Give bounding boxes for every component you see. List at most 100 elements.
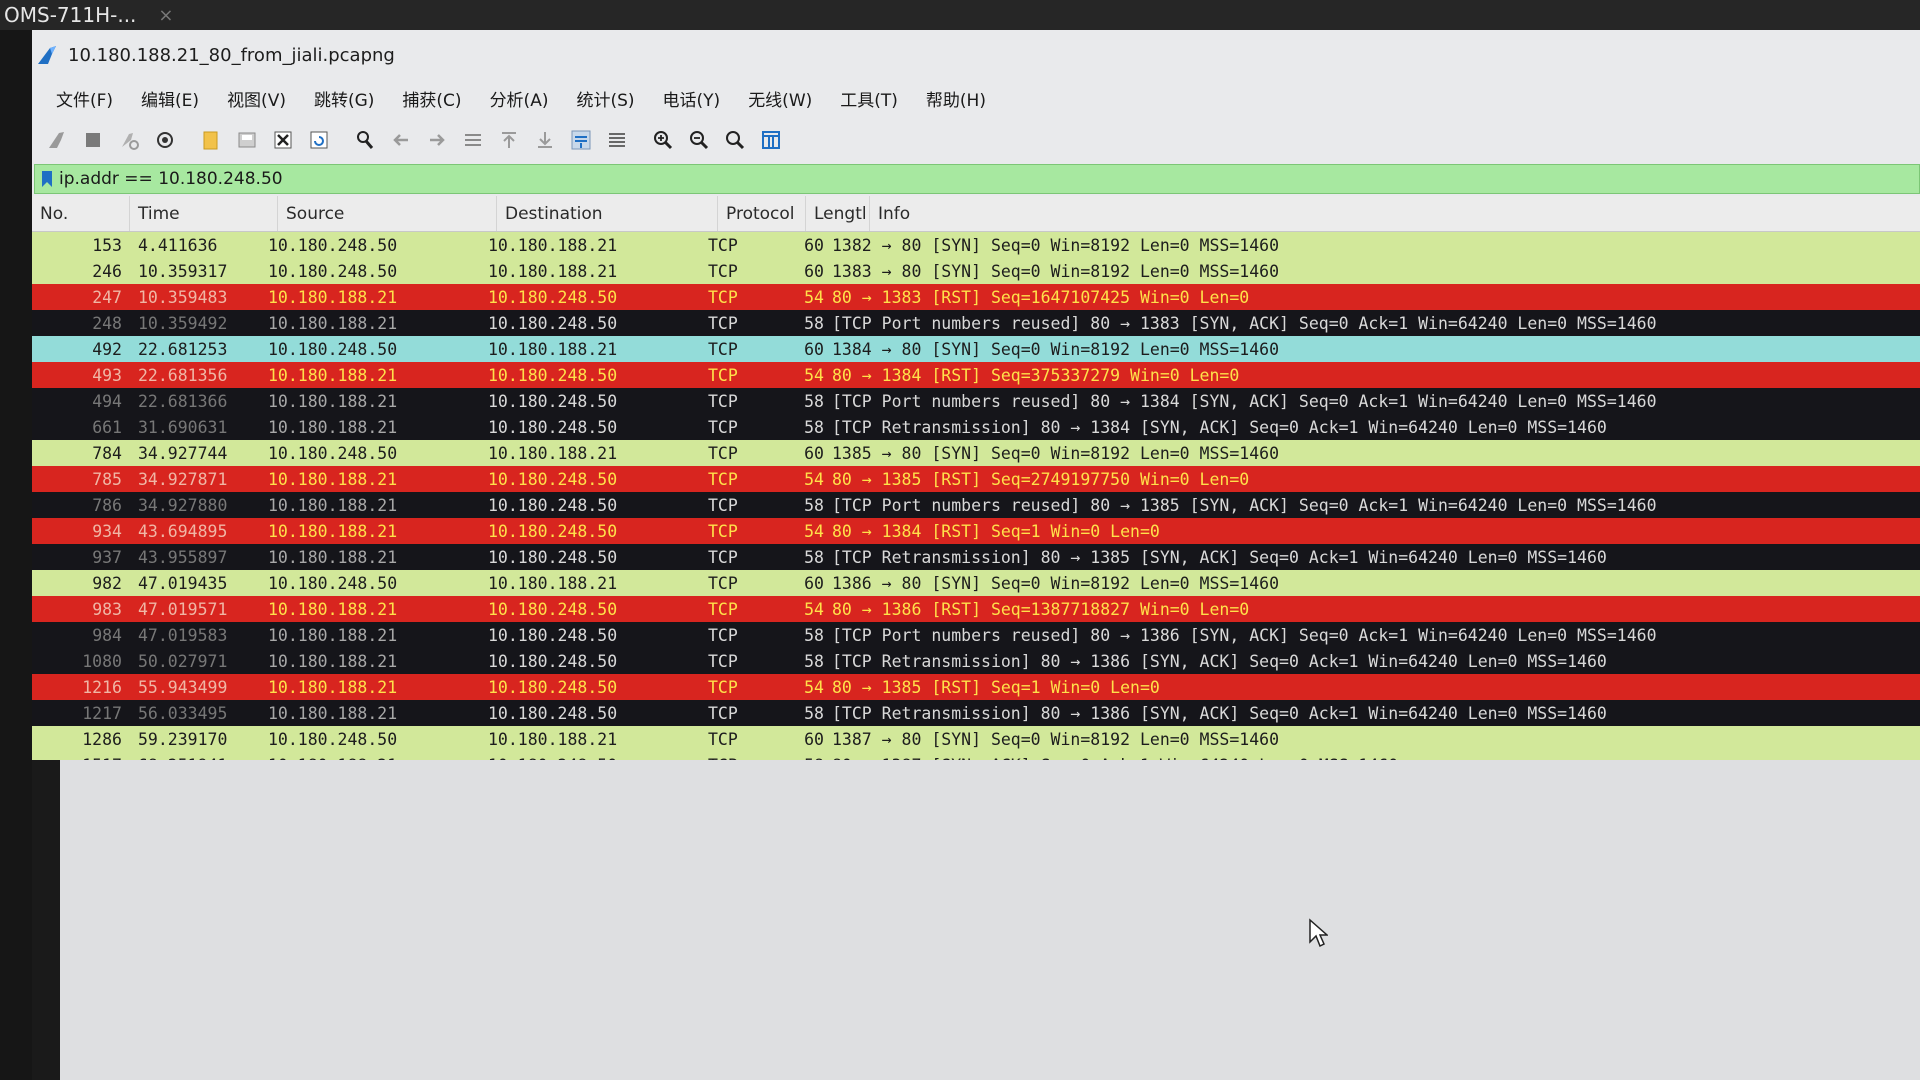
first-packet-button[interactable] bbox=[494, 125, 524, 155]
packet-destination: 10.180.248.50 bbox=[488, 495, 618, 515]
resize-columns-icon bbox=[762, 131, 780, 149]
go-forward-button[interactable] bbox=[422, 125, 452, 155]
packet-protocol: TCP bbox=[708, 495, 738, 515]
packet-time: 47.019435 bbox=[138, 573, 228, 593]
table-row[interactable]: 153 4.411636 10.180.248.50 10.180.188.21 TCP… bbox=[32, 232, 1920, 258]
column-header-length[interactable]: Lengtl bbox=[806, 196, 870, 231]
autoscroll-button[interactable] bbox=[566, 125, 596, 155]
table-row[interactable]: 661 31.690631 10.180.188.21 10.180.248.50 TC… bbox=[32, 414, 1920, 440]
packet-source: 10.180.188.21 bbox=[268, 365, 398, 385]
find-magnifier-icon bbox=[357, 131, 374, 149]
packet-length: 54 bbox=[804, 469, 824, 489]
packet-no: 153 bbox=[92, 235, 122, 255]
table-row[interactable]: 983 47.019571 10.180.188.21 10.180.248.50 TC… bbox=[32, 596, 1920, 622]
outer-tab[interactable]: OMS-711H-... × bbox=[0, 0, 186, 30]
resize-columns-button[interactable] bbox=[756, 125, 786, 155]
open-file-button[interactable] bbox=[196, 125, 226, 155]
packet-protocol: TCP bbox=[708, 573, 738, 593]
table-row[interactable]: 247 10.359483 10.180.188.21 10.180.248.50 TC… bbox=[32, 284, 1920, 310]
colorize-button[interactable] bbox=[602, 125, 632, 155]
packet-protocol: TCP bbox=[708, 443, 738, 463]
close-tab-icon[interactable]: × bbox=[158, 5, 173, 26]
packet-length: 54 bbox=[804, 365, 824, 385]
packet-length: 58 bbox=[804, 391, 824, 411]
display-filter-input[interactable] bbox=[59, 166, 1759, 192]
packet-protocol: TCP bbox=[708, 469, 738, 489]
stop-capture-button[interactable] bbox=[78, 125, 108, 155]
table-row[interactable]: 1216 55.943499 10.180.188.21 10.180.248.50 T… bbox=[32, 674, 1920, 700]
table-row[interactable]: 1217 56.033495 10.180.188.21 10.180.248.50 T… bbox=[32, 700, 1920, 726]
restart-capture-button[interactable] bbox=[114, 125, 144, 155]
packet-source: 10.180.188.21 bbox=[268, 287, 398, 307]
menu-telephony[interactable]: 电话(Y) bbox=[649, 86, 735, 111]
column-header-info[interactable]: Info bbox=[870, 196, 1920, 231]
find-packet-button[interactable] bbox=[350, 125, 380, 155]
packet-length: 58 bbox=[804, 495, 824, 515]
column-header-destination[interactable]: Destination bbox=[497, 196, 718, 231]
save-file-button[interactable] bbox=[232, 125, 262, 155]
packet-time: 4.411636 bbox=[138, 235, 218, 255]
packet-source: 10.180.188.21 bbox=[268, 703, 398, 723]
packet-info: 80 → 1386 [RST] Seq=1387718827 Win=0 Len… bbox=[832, 599, 1250, 619]
table-row-selected[interactable]: 492 22.681253 10.180.248.50 10.180.188.21 TC… bbox=[32, 336, 1920, 362]
table-row[interactable]: 246 10.359317 10.180.248.50 10.180.188.21 TC… bbox=[32, 258, 1920, 284]
zoom-reset-button[interactable] bbox=[720, 125, 750, 155]
start-capture-button[interactable] bbox=[42, 125, 72, 155]
table-row[interactable]: 786 34.927880 10.180.188.21 10.180.248.50 TC… bbox=[32, 492, 1920, 518]
menu-go[interactable]: 跳转(G) bbox=[300, 86, 388, 111]
menu-capture[interactable]: 捕获(C) bbox=[388, 86, 475, 111]
close-file-button[interactable] bbox=[268, 125, 298, 155]
packet-info: 1382 → 80 [SYN] Seq=0 Win=8192 Len=0 MSS… bbox=[832, 235, 1280, 255]
packet-protocol: TCP bbox=[708, 729, 738, 749]
zoom-out-button[interactable] bbox=[684, 125, 714, 155]
table-row[interactable]: 982 47.019435 10.180.248.50 10.180.188.21 TC… bbox=[32, 570, 1920, 596]
menu-file[interactable]: 文件(F) bbox=[42, 86, 127, 111]
packet-no: 492 bbox=[92, 339, 122, 359]
bookmark-icon bbox=[42, 171, 52, 187]
table-row[interactable]: 248 10.359492 10.180.188.21 10.180.248.50 TC… bbox=[32, 310, 1920, 336]
menu-help[interactable]: 帮助(H) bbox=[912, 86, 1000, 111]
left-bezel bbox=[0, 30, 32, 1080]
packet-source: 10.180.248.50 bbox=[268, 573, 398, 593]
outer-tab-label: OMS-711H-... bbox=[4, 3, 137, 27]
packet-info: [TCP Retransmission] 80 → 1386 [SYN, ACK… bbox=[832, 651, 1607, 671]
packet-no: 1216 bbox=[82, 677, 122, 697]
packet-source: 10.180.188.21 bbox=[268, 599, 398, 619]
menu-view[interactable]: 视图(V) bbox=[213, 86, 300, 111]
table-row[interactable]: 937 43.955897 10.180.188.21 10.180.248.50 TC… bbox=[32, 544, 1920, 570]
table-row[interactable]: 785 34.927871 10.180.188.21 10.180.248.50 TC… bbox=[32, 466, 1920, 492]
table-row[interactable]: 1286 59.239170 10.180.248.50 10.180.188.21 T… bbox=[32, 726, 1920, 752]
packet-destination: 10.180.248.50 bbox=[488, 391, 618, 411]
table-row[interactable]: 1080 50.027971 10.180.188.21 10.180.248.50 T… bbox=[32, 648, 1920, 674]
table-row[interactable]: 934 43.694895 10.180.188.21 10.180.248.50 TC… bbox=[32, 518, 1920, 544]
packet-time: 34.927744 bbox=[138, 443, 228, 463]
packet-no: 248 bbox=[92, 313, 122, 333]
column-header-no[interactable]: No. bbox=[32, 196, 130, 231]
table-row[interactable]: 493 22.681356 10.180.188.21 10.180.248.50 TC… bbox=[32, 362, 1920, 388]
go-back-button[interactable] bbox=[386, 125, 416, 155]
packet-length: 54 bbox=[804, 287, 824, 307]
zoom-in-button[interactable] bbox=[648, 125, 678, 155]
table-row[interactable]: 494 22.681366 10.180.188.21 10.180.248.50 TC… bbox=[32, 388, 1920, 414]
column-header-protocol[interactable]: Protocol bbox=[718, 196, 806, 231]
menu-edit[interactable]: 编辑(E) bbox=[127, 86, 213, 111]
packet-info: [TCP Port numbers reused] 80 → 1384 [SYN… bbox=[832, 391, 1657, 411]
filter-bookmark-button[interactable] bbox=[35, 170, 59, 188]
packet-no: 1286 bbox=[82, 729, 122, 749]
packet-info: 80 → 1385 [RST] Seq=2749197750 Win=0 Len… bbox=[832, 469, 1250, 489]
reload-file-button[interactable] bbox=[304, 125, 334, 155]
column-header-time[interactable]: Time bbox=[130, 196, 278, 231]
last-packet-button[interactable] bbox=[530, 125, 560, 155]
packet-time: 59.239170 bbox=[138, 729, 228, 749]
menu-statistics[interactable]: 统计(S) bbox=[562, 86, 648, 111]
packet-source: 10.180.188.21 bbox=[268, 625, 398, 645]
table-row[interactable]: 984 47.019583 10.180.188.21 10.180.248.50 TC… bbox=[32, 622, 1920, 648]
column-header-source[interactable]: Source bbox=[278, 196, 497, 231]
capture-options-button[interactable] bbox=[150, 125, 180, 155]
menu-analyze[interactable]: 分析(A) bbox=[476, 86, 563, 111]
table-row[interactable]: 784 34.927744 10.180.248.50 10.180.188.21 TC… bbox=[32, 440, 1920, 466]
go-to-packet-button[interactable] bbox=[458, 125, 488, 155]
menu-wireless[interactable]: 无线(W) bbox=[734, 86, 826, 111]
shark-fin-start-icon bbox=[49, 132, 64, 148]
menu-tools[interactable]: 工具(T) bbox=[826, 86, 912, 111]
